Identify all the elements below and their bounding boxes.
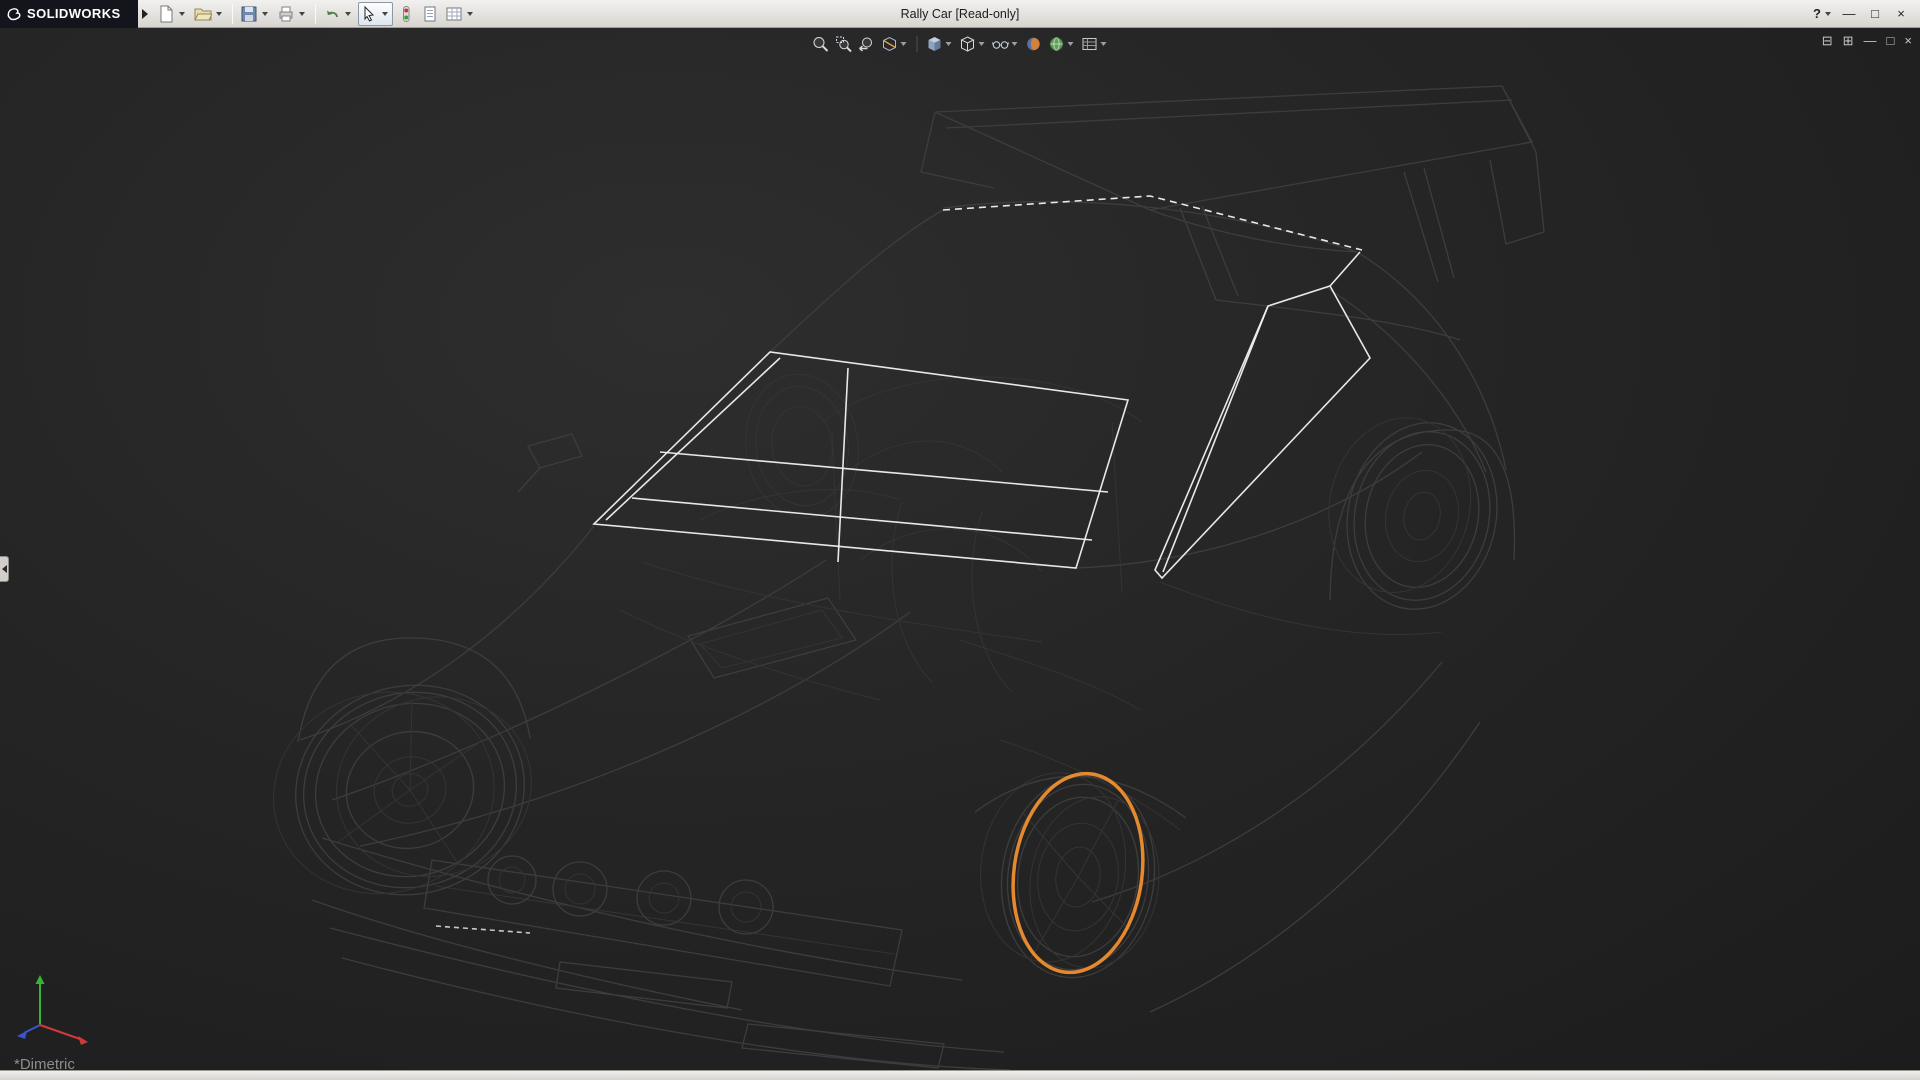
close-button[interactable]: × — [1890, 4, 1912, 24]
select-dropdown-caret[interactable] — [382, 12, 388, 16]
hide-show-glasses-icon — [992, 35, 1010, 53]
split-vertical-icon[interactable]: ⊞ — [1843, 32, 1854, 50]
apply-scene-button[interactable] — [1047, 34, 1077, 54]
menu-expand-arrow[interactable] — [142, 9, 148, 19]
hide-show-items-button[interactable] — [991, 34, 1021, 54]
open-dropdown-caret[interactable] — [216, 12, 222, 16]
new-dropdown-caret[interactable] — [179, 12, 185, 16]
window-controls: ? — □ × — [1813, 4, 1920, 24]
open-button[interactable] — [192, 2, 227, 26]
solidworks-logo: SOLIDWORKS — [0, 0, 138, 28]
y-axis-arrow — [36, 975, 45, 1025]
x-axis-arrow — [40, 1025, 88, 1045]
zoom-to-fit-icon — [812, 35, 830, 53]
toolbar-separator — [315, 4, 316, 24]
rear-left-wheel — [737, 367, 868, 525]
edit-appearance-sphere-icon — [1025, 35, 1043, 53]
section-view-icon — [881, 35, 899, 53]
view-orientation-label: *Dimetric — [14, 1056, 75, 1070]
close-icon: × — [1897, 6, 1905, 21]
maximize-button[interactable]: □ — [1864, 4, 1886, 24]
file-properties-icon — [421, 5, 439, 23]
z-axis-arrow — [17, 1025, 40, 1039]
undo-button[interactable] — [321, 2, 356, 26]
help-icon: ? — [1813, 6, 1821, 21]
section-view-button[interactable] — [880, 34, 910, 54]
doc-restore-icon[interactable]: □ — [1887, 32, 1895, 50]
hud-separator — [917, 36, 918, 52]
print-icon — [277, 5, 295, 23]
file-properties-button[interactable] — [419, 2, 441, 26]
display-style-caret[interactable] — [979, 42, 985, 46]
maximize-icon: □ — [1871, 6, 1879, 21]
roof-edge-highlight — [943, 196, 1362, 250]
edit-appearance-button[interactable] — [1024, 34, 1044, 54]
select-cursor-icon — [360, 5, 378, 23]
status-bar — [0, 1070, 1920, 1080]
new-button[interactable] — [155, 2, 190, 26]
wireframe-model — [0, 28, 1920, 1070]
save-button[interactable] — [238, 2, 273, 26]
document-window-controls: ⊟ ⊞ — □ × — [1822, 32, 1912, 50]
view-settings-caret[interactable] — [1101, 42, 1107, 46]
view-settings-icon — [1081, 35, 1099, 53]
apply-scene-caret[interactable] — [1068, 42, 1074, 46]
chevron-left-icon — [2, 565, 7, 573]
brand-text: SOLIDWORKS — [27, 6, 121, 21]
rebuild-button[interactable] — [395, 2, 417, 26]
print-button[interactable] — [275, 2, 310, 26]
print-dropdown-caret[interactable] — [299, 12, 305, 16]
view-orientation-cube-icon — [926, 35, 944, 53]
minimize-button[interactable]: — — [1838, 4, 1860, 24]
options-dropdown-caret[interactable] — [467, 12, 473, 16]
zoom-to-area-button[interactable] — [834, 34, 854, 54]
save-floppy-icon — [240, 5, 258, 23]
split-horizontal-icon[interactable]: ⊟ — [1822, 32, 1833, 50]
doc-minimize-icon[interactable]: — — [1864, 32, 1877, 50]
new-document-icon — [157, 5, 175, 23]
save-dropdown-caret[interactable] — [262, 12, 268, 16]
titlebar: SOLIDWORKS — [0, 0, 1920, 28]
heads-up-view-toolbar — [805, 32, 1116, 56]
rebuild-traffic-light-icon — [397, 5, 415, 23]
apply-scene-globe-icon — [1048, 35, 1066, 53]
options-button[interactable] — [443, 2, 478, 26]
reference-triad — [8, 969, 108, 1052]
help-button[interactable]: ? — [1813, 6, 1834, 21]
minimize-icon: — — [1843, 6, 1856, 21]
section-view-caret[interactable] — [901, 42, 907, 46]
view-orientation-button[interactable] — [925, 34, 955, 54]
doc-close-icon[interactable]: × — [1904, 32, 1912, 50]
panel-collapse-tab[interactable] — [0, 556, 9, 582]
select-button[interactable] — [358, 2, 393, 26]
toolbar-separator — [232, 4, 233, 24]
options-table-icon — [445, 5, 463, 23]
main-toolbar — [154, 0, 479, 28]
display-style-wireframe-icon — [959, 35, 977, 53]
undo-dropdown-caret[interactable] — [345, 12, 351, 16]
help-dropdown-caret[interactable] — [1825, 12, 1831, 16]
zoom-to-area-icon — [835, 35, 853, 53]
front-left-wheel — [251, 658, 555, 926]
hide-show-caret[interactable] — [1012, 42, 1018, 46]
view-orientation-caret[interactable] — [946, 42, 952, 46]
zoom-to-fit-button[interactable] — [811, 34, 831, 54]
graphics-viewport[interactable]: ⊟ ⊞ — □ × *Dimetric — [0, 28, 1920, 1070]
open-folder-icon — [194, 5, 212, 23]
view-settings-button[interactable] — [1080, 34, 1110, 54]
previous-view-icon — [858, 35, 876, 53]
previous-view-button[interactable] — [857, 34, 877, 54]
solidworks-logo-icon — [6, 6, 22, 22]
display-style-button[interactable] — [958, 34, 988, 54]
undo-icon — [323, 5, 341, 23]
